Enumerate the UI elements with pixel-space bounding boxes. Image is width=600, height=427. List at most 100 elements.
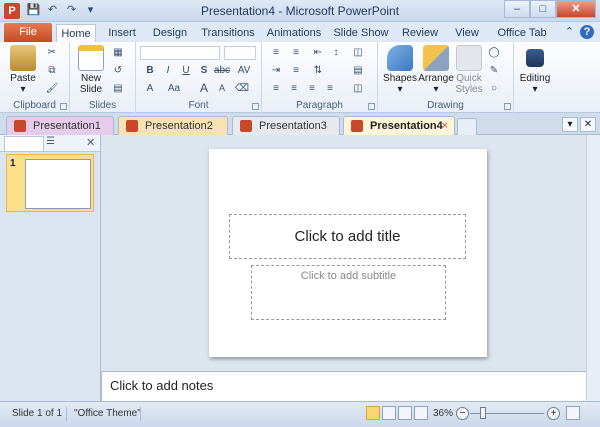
paste-button[interactable]: Paste ▾ bbox=[8, 45, 38, 95]
help-icon[interactable]: ? bbox=[580, 25, 594, 39]
slide-canvas[interactable]: Click to add title Click to add subtitle bbox=[209, 149, 487, 357]
arrange-icon bbox=[423, 45, 449, 71]
cut-icon[interactable]: ✂ bbox=[44, 46, 60, 59]
close-pane-icon[interactable]: ✕ bbox=[86, 136, 95, 149]
decrease-indent-icon[interactable]: ⇤ bbox=[310, 46, 326, 59]
change-case-button[interactable]: Aa bbox=[164, 82, 184, 95]
slide-show-icon[interactable] bbox=[414, 406, 428, 420]
columns-icon[interactable]: ◫ bbox=[350, 46, 366, 59]
slide-sorter-icon[interactable] bbox=[382, 406, 396, 420]
group-slides: New Slide ▦ ↺ ▤ Slides bbox=[70, 42, 136, 113]
slides-tab[interactable] bbox=[4, 136, 44, 151]
new-slide-button[interactable]: New Slide bbox=[76, 45, 106, 95]
vertical-scrollbar[interactable] bbox=[586, 135, 600, 401]
tab-home[interactable]: Home bbox=[56, 24, 96, 42]
bullets-icon[interactable]: ≡ bbox=[268, 46, 284, 59]
slide-thumbnail-selected[interactable]: 1 bbox=[6, 154, 94, 212]
bold-button[interactable]: B bbox=[142, 64, 158, 77]
smartart-icon[interactable]: ◫ bbox=[350, 82, 366, 95]
reset-icon[interactable]: ↺ bbox=[110, 64, 126, 77]
numbering-icon[interactable]: ≡ bbox=[288, 46, 304, 59]
tab-file[interactable]: File bbox=[4, 23, 52, 42]
tab-insert[interactable]: Insert bbox=[104, 24, 140, 42]
italic-button[interactable]: I bbox=[160, 64, 176, 77]
arrange-button[interactable]: Arrange ▾ bbox=[418, 45, 454, 95]
close-button[interactable]: ✕ bbox=[556, 0, 596, 18]
ribbon-tab-row: File Home Insert Design Transitions Anim… bbox=[0, 22, 600, 42]
strikethrough-button[interactable]: abc bbox=[212, 64, 232, 77]
subtitle-placeholder[interactable]: Click to add subtitle bbox=[251, 265, 446, 320]
tab-transitions[interactable]: Transitions bbox=[200, 24, 256, 42]
slides-pane-header: ☰ ✕ bbox=[0, 135, 100, 152]
tab-office-tab[interactable]: Office Tab bbox=[494, 24, 550, 42]
format-painter-icon[interactable]: 🖌 bbox=[44, 82, 60, 95]
close-document-icon[interactable]: ✕ bbox=[580, 117, 596, 132]
increase-indent-icon[interactable]: ⇥ bbox=[268, 64, 284, 77]
section-icon[interactable]: ▤ bbox=[110, 82, 126, 95]
zoom-in-button[interactable]: + bbox=[547, 407, 560, 420]
title-placeholder[interactable]: Click to add title bbox=[229, 214, 466, 259]
normal-view-icon[interactable] bbox=[366, 406, 380, 420]
slide-thumbnail[interactable] bbox=[25, 159, 91, 209]
font-color-button[interactable]: A bbox=[142, 82, 158, 95]
reading-view-icon[interactable] bbox=[398, 406, 412, 420]
group-label-paragraph: Paragraph bbox=[296, 100, 343, 111]
underline-button[interactable]: U bbox=[178, 64, 194, 77]
clear-formatting-icon[interactable]: ⌫ bbox=[234, 82, 250, 95]
paragraph-launcher-icon[interactable] bbox=[368, 103, 375, 110]
shape-effects-icon[interactable]: ○ bbox=[486, 82, 502, 95]
minimize-button[interactable]: – bbox=[504, 0, 530, 18]
align-left-icon[interactable]: ≡ bbox=[268, 82, 284, 95]
outline-tab-icon[interactable]: ☰ bbox=[46, 136, 55, 147]
font-launcher-icon[interactable] bbox=[252, 103, 259, 110]
font-name-combo[interactable] bbox=[140, 46, 220, 60]
grow-font-button[interactable]: A bbox=[196, 82, 212, 95]
clipboard-launcher-icon[interactable] bbox=[60, 103, 67, 110]
ribbon: Paste ▾ ✂ ⧉ 🖌 Clipboard New Slide ▦ ↺ ▤ … bbox=[0, 42, 600, 113]
zoom-out-button[interactable]: − bbox=[456, 407, 469, 420]
char-spacing-button[interactable]: AV bbox=[236, 64, 252, 77]
tab-review[interactable]: Review bbox=[400, 24, 440, 42]
font-size-combo[interactable] bbox=[224, 46, 256, 60]
minimize-ribbon-icon[interactable]: ⌃ bbox=[565, 25, 574, 39]
editing-button[interactable]: Editing ▾ bbox=[516, 45, 554, 95]
tab-view[interactable]: View bbox=[450, 24, 484, 42]
align-text-icon[interactable]: ▤ bbox=[350, 64, 366, 77]
tab-slide-show[interactable]: Slide Show bbox=[332, 24, 390, 42]
shapes-button[interactable]: Shapes ▾ bbox=[382, 45, 418, 95]
text-direction-icon[interactable]: ⇅ bbox=[310, 64, 326, 77]
zoom-level[interactable]: 36% bbox=[433, 408, 453, 419]
doc-tab-presentation2[interactable]: Presentation2 bbox=[118, 116, 228, 135]
tab-list-dropdown-icon[interactable]: ▾ bbox=[562, 117, 578, 132]
tab-design[interactable]: Design bbox=[150, 24, 190, 42]
group-label-drawing: Drawing bbox=[427, 100, 464, 111]
document-tab-bar: Presentation1 Presentation2 Presentation… bbox=[0, 113, 600, 136]
align-right-icon[interactable]: ≡ bbox=[304, 82, 320, 95]
quick-styles-button[interactable]: Quick Styles bbox=[454, 45, 484, 95]
doc-tab-presentation1[interactable]: Presentation1 bbox=[6, 116, 114, 135]
paste-icon bbox=[10, 45, 36, 71]
shrink-font-button[interactable]: A bbox=[214, 82, 230, 95]
tab-animations[interactable]: Animations bbox=[266, 24, 322, 42]
shadow-button[interactable]: S bbox=[196, 64, 212, 77]
drawing-launcher-icon[interactable] bbox=[504, 103, 511, 110]
new-tab-button[interactable] bbox=[457, 118, 477, 135]
maximize-button[interactable]: □ bbox=[530, 0, 556, 18]
fit-to-window-icon[interactable] bbox=[566, 406, 580, 420]
zoom-slider-thumb[interactable] bbox=[480, 407, 486, 419]
indent-list-icon[interactable]: ≡ bbox=[288, 64, 304, 77]
powerpoint-file-icon bbox=[351, 120, 363, 132]
justify-icon[interactable]: ≡ bbox=[322, 82, 338, 95]
close-tab-icon[interactable]: × bbox=[442, 117, 448, 135]
line-spacing-icon[interactable]: ↕ bbox=[328, 46, 344, 59]
shape-fill-icon[interactable]: ◯ bbox=[486, 46, 502, 59]
layout-icon[interactable]: ▦ bbox=[110, 46, 126, 59]
notes-pane[interactable]: Click to add notes bbox=[101, 371, 586, 401]
copy-icon[interactable]: ⧉ bbox=[44, 64, 60, 77]
align-center-icon[interactable]: ≡ bbox=[286, 82, 302, 95]
shape-outline-icon[interactable]: ✎ bbox=[486, 64, 502, 77]
doc-tab-presentation4[interactable]: Presentation4 × bbox=[343, 116, 455, 136]
theme-status[interactable]: "Office Theme" bbox=[74, 408, 141, 419]
doc-tab-presentation3[interactable]: Presentation3 bbox=[232, 116, 340, 135]
slide-edit-area: Click to add title Click to add subtitle bbox=[101, 135, 600, 371]
